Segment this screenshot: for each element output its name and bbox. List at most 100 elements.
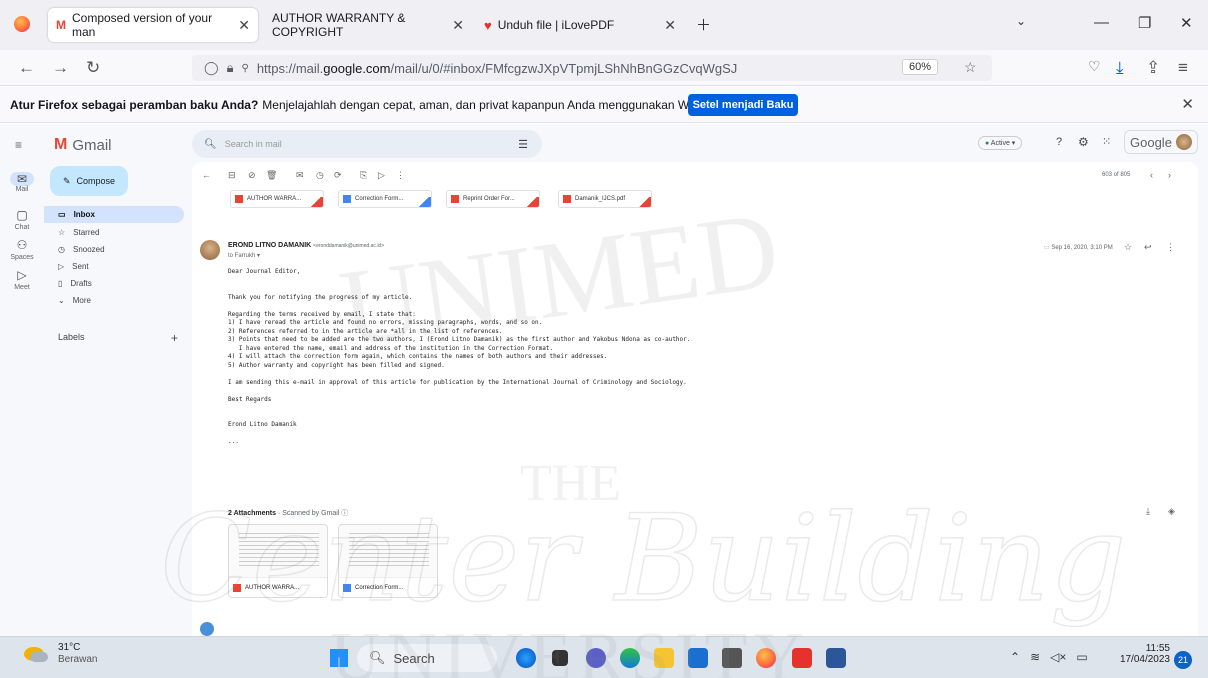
- forward-icon[interactable]: →: [52, 58, 69, 78]
- tab-composed-version[interactable]: M Composed version of your man ✕: [48, 8, 258, 42]
- send-icon: ▷: [58, 262, 65, 271]
- gmail-logo[interactable]: M Gmail: [54, 136, 112, 154]
- sender-avatar[interactable]: [200, 240, 220, 260]
- tab-author-warranty[interactable]: AUTHOR WARRANTY & COPYRIGHT ✕: [264, 8, 472, 42]
- camera-icon[interactable]: [722, 648, 742, 668]
- permissions-icon[interactable]: ⚲: [241, 63, 248, 74]
- star-message-icon[interactable]: ☆: [1124, 242, 1132, 253]
- status-dropdown[interactable]: ● Active ▾: [978, 136, 1023, 150]
- search-icon[interactable]: 🔍︎: [204, 139, 217, 150]
- download-all-icon[interactable]: ⤓: [1146, 506, 1150, 517]
- edge-browser-icon[interactable]: [620, 648, 640, 668]
- add-task-icon[interactable]: ⟳: [334, 170, 342, 181]
- help-icon[interactable]: ?: [1056, 136, 1062, 148]
- nav-snoozed[interactable]: ◷ Snoozed: [44, 241, 184, 258]
- move-to-icon[interactable]: ⎘: [360, 170, 367, 181]
- attachment-chip[interactable]: AUTHOR WARRA...: [230, 190, 324, 208]
- search-options-icon[interactable]: ☰: [518, 138, 528, 151]
- close-tab-icon[interactable]: ✕: [452, 17, 464, 34]
- close-notification-icon[interactable]: ✕: [1181, 95, 1194, 113]
- account-switcher[interactable]: Google: [1124, 130, 1198, 154]
- tab-ilovepdf[interactable]: ♥ Unduh file | iLovePDF ✕: [476, 8, 684, 42]
- compose-button[interactable]: ✎ Compose: [50, 166, 128, 196]
- next-message-row[interactable]: [200, 622, 1190, 636]
- nav-drafts[interactable]: ▯ Drafts: [44, 275, 184, 292]
- mark-unread-icon[interactable]: ✉: [296, 170, 304, 181]
- search-input[interactable]: 🔍︎ Search in mail ☰: [192, 130, 542, 158]
- bookmark-star-icon[interactable]: ☆: [964, 59, 977, 76]
- chat-teams-icon[interactable]: [586, 648, 606, 668]
- default-browser-notification: Atur Firefox sebagai peramban baku Anda?…: [0, 87, 1208, 123]
- close-tab-icon[interactable]: ✕: [238, 17, 250, 34]
- attachment-thumbnail[interactable]: AUTHOR WARRA...: [228, 524, 328, 598]
- newer-icon[interactable]: ‹: [1150, 170, 1153, 180]
- tab-label: AUTHOR WARRANTY & COPYRIGHT: [272, 11, 406, 39]
- message-more-icon[interactable]: ⋮: [1166, 242, 1175, 253]
- main-menu-icon[interactable]: ≡: [15, 138, 22, 152]
- weather-widget[interactable]: 31°C Berawan: [24, 642, 97, 666]
- zoom-indicator[interactable]: 60%: [902, 59, 939, 75]
- close-window-icon[interactable]: ✕: [1180, 14, 1193, 32]
- snooze-icon[interactable]: ◷: [316, 170, 324, 181]
- reload-icon[interactable]: ↻: [86, 58, 100, 78]
- nav-sent[interactable]: ▷ Sent: [44, 258, 184, 275]
- gmail-m-icon: M: [54, 136, 68, 153]
- url-bar[interactable]: ◯ 🔒︎ ⚲ https://mail.google.com/mail/u/0/…: [192, 55, 992, 81]
- rail-spaces[interactable]: ⚇ Spaces: [0, 238, 44, 261]
- task-view-icon[interactable]: [552, 650, 568, 666]
- rail-chat[interactable]: ▢ Chat: [0, 208, 44, 231]
- word-app-icon[interactable]: [826, 648, 846, 668]
- pdf-app-icon[interactable]: [792, 648, 812, 668]
- restore-icon[interactable]: ❐: [1138, 14, 1151, 32]
- word-doc-icon: [343, 195, 351, 203]
- back-to-inbox-icon[interactable]: ←: [202, 170, 211, 180]
- nav-inbox[interactable]: ▭ Inbox: [44, 206, 184, 223]
- close-tab-icon[interactable]: ✕: [664, 17, 676, 34]
- menu-icon[interactable]: ≡: [1178, 58, 1188, 78]
- notification-count-badge[interactable]: 21: [1174, 651, 1192, 669]
- nav-starred[interactable]: ☆ Starred: [44, 224, 184, 241]
- body-line: Regarding the terms received by email, I…: [228, 310, 416, 318]
- file-explorer-icon[interactable]: [654, 648, 674, 668]
- attachment-chip[interactable]: Damanik_IJCS.pdf: [558, 190, 652, 208]
- attachment-thumbnail[interactable]: Correction Form...: [338, 524, 438, 598]
- pdf-icon: [451, 195, 459, 203]
- ilovepdf-heart-icon: ♥: [484, 17, 492, 33]
- back-icon[interactable]: ←: [18, 58, 35, 78]
- bing-icon[interactable]: [516, 648, 536, 668]
- recipient-details[interactable]: to Farrukh ▾: [228, 252, 260, 259]
- set-default-button[interactable]: Setel menjadi Baku: [688, 94, 798, 116]
- add-to-drive-icon[interactable]: ◈: [1168, 506, 1175, 517]
- firefox-taskbar-icon[interactable]: [756, 648, 776, 668]
- delete-icon[interactable]: 🗑︎: [266, 170, 277, 181]
- browser-tab-bar: M Composed version of your man ✕ AUTHOR …: [0, 0, 1208, 50]
- reply-icon[interactable]: ↩: [1144, 242, 1152, 253]
- add-label-icon[interactable]: +: [171, 331, 178, 345]
- share-icon[interactable]: ⇪: [1146, 58, 1160, 78]
- archive-icon[interactable]: ⊟: [228, 170, 236, 181]
- mail-app-icon[interactable]: [688, 648, 708, 668]
- lock-icon[interactable]: 🔒︎: [227, 60, 234, 76]
- report-spam-icon[interactable]: ⊘: [248, 170, 256, 181]
- attachment-chip[interactable]: Reprint Order For...: [446, 190, 540, 208]
- new-tab-icon[interactable]: ＋: [696, 14, 711, 35]
- rail-meet[interactable]: ▷ Meet: [0, 268, 44, 291]
- minimize-icon[interactable]: —: [1094, 14, 1109, 31]
- downloads-icon[interactable]: ⤓: [1116, 58, 1124, 78]
- shield-icon[interactable]: ◯: [204, 60, 219, 76]
- settings-gear-icon[interactable]: ⚙: [1078, 135, 1089, 149]
- older-icon[interactable]: ›: [1168, 170, 1171, 180]
- list-tabs-icon[interactable]: ⌄: [1016, 14, 1026, 28]
- apps-grid-icon[interactable]: ⁙: [1102, 135, 1111, 148]
- rail-mail[interactable]: ✉ Mail: [0, 172, 44, 193]
- system-tray[interactable]: ⌃ ≋ ◁× ▭: [1010, 650, 1088, 664]
- taskbar-search[interactable]: 🔍︎ Search: [357, 644, 497, 672]
- nav-more[interactable]: ⌄ More: [44, 292, 184, 309]
- attachment-chip[interactable]: Correction Form...: [338, 190, 432, 208]
- more-options-icon[interactable]: ⋮: [396, 170, 405, 181]
- system-clock[interactable]: 11:55 17/04/2023: [1110, 643, 1170, 665]
- pocket-icon[interactable]: ♡: [1088, 58, 1101, 75]
- body-line: 1) I have reread the article and found n…: [228, 319, 543, 326]
- label-icon[interactable]: ▷: [378, 170, 385, 181]
- windows-start-icon[interactable]: [330, 649, 348, 667]
